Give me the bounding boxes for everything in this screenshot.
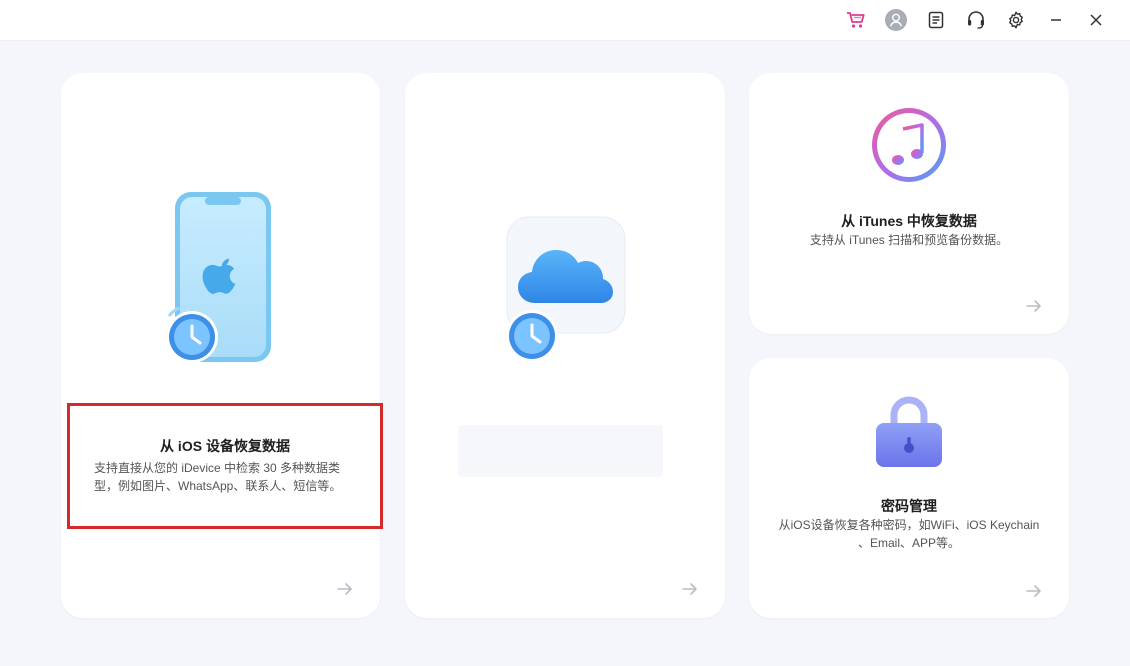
close-icon — [1090, 14, 1102, 26]
document-icon — [928, 11, 944, 29]
itunes-recovery-card[interactable]: 从 iTunes 中恢复数据 支持从 iTunes 扫描和预览备份数据。 — [749, 73, 1069, 334]
ios-recovery-desc: 支持直接从您的 iDevice 中检索 30 多种数据类型，例如图片、Whats… — [94, 461, 342, 493]
lock-icon — [876, 396, 942, 467]
ios-recovery-highlight[interactable]: 从 iOS 设备恢复数据 支持直接从您的 iDevice 中检索 30 多种数据… — [67, 403, 383, 529]
cart-button[interactable] — [836, 8, 876, 32]
arrow-right-icon[interactable] — [681, 580, 699, 598]
settings-button[interactable] — [996, 8, 1036, 32]
close-button[interactable] — [1076, 8, 1116, 32]
minimize-button[interactable] — [1036, 8, 1076, 32]
itunes-music-icon — [872, 108, 946, 182]
title-bar — [0, 0, 1130, 41]
arrow-right-icon[interactable] — [1025, 582, 1043, 600]
ios-recovery-card[interactable] — [61, 73, 380, 618]
arrow-right-icon[interactable] — [1025, 297, 1043, 315]
password-manager-title: 密码管理 — [881, 498, 937, 514]
support-button[interactable] — [956, 8, 996, 32]
icloud-clock-icon — [506, 216, 626, 362]
password-manager-desc-line1: 从iOS设备恢复各种密码，如WiFi、iOS Keychain — [778, 518, 1040, 532]
password-manager-card[interactable]: 密码管理 从iOS设备恢复各种密码，如WiFi、iOS Keychain 、Em… — [749, 358, 1069, 618]
user-icon — [885, 9, 907, 31]
minimize-icon — [1051, 19, 1061, 21]
title-bar-actions — [836, 8, 1116, 32]
itunes-recovery-desc: 支持从 iTunes 扫描和预览备份数据。 — [809, 233, 1009, 247]
password-manager-desc: 从iOS设备恢复各种密码，如WiFi、iOS Keychain 、Email、A… — [749, 516, 1069, 552]
headset-icon — [968, 11, 984, 29]
account-button[interactable] — [876, 8, 916, 32]
cart-icon — [847, 12, 865, 28]
settings-icon — [1009, 11, 1023, 29]
password-manager-desc-line2: 、Email、APP等。 — [857, 536, 961, 550]
icloud-recovery-card[interactable] — [405, 73, 725, 618]
arrow-right-icon[interactable] — [336, 580, 354, 598]
itunes-recovery-title: 从 iTunes 中恢复数据 — [841, 213, 977, 229]
placeholder-bar — [458, 425, 663, 477]
ios-recovery-title: 从 iOS 设备恢复数据 — [160, 438, 290, 454]
phone-clock-icon — [166, 192, 271, 363]
feedback-button[interactable] — [916, 8, 956, 32]
